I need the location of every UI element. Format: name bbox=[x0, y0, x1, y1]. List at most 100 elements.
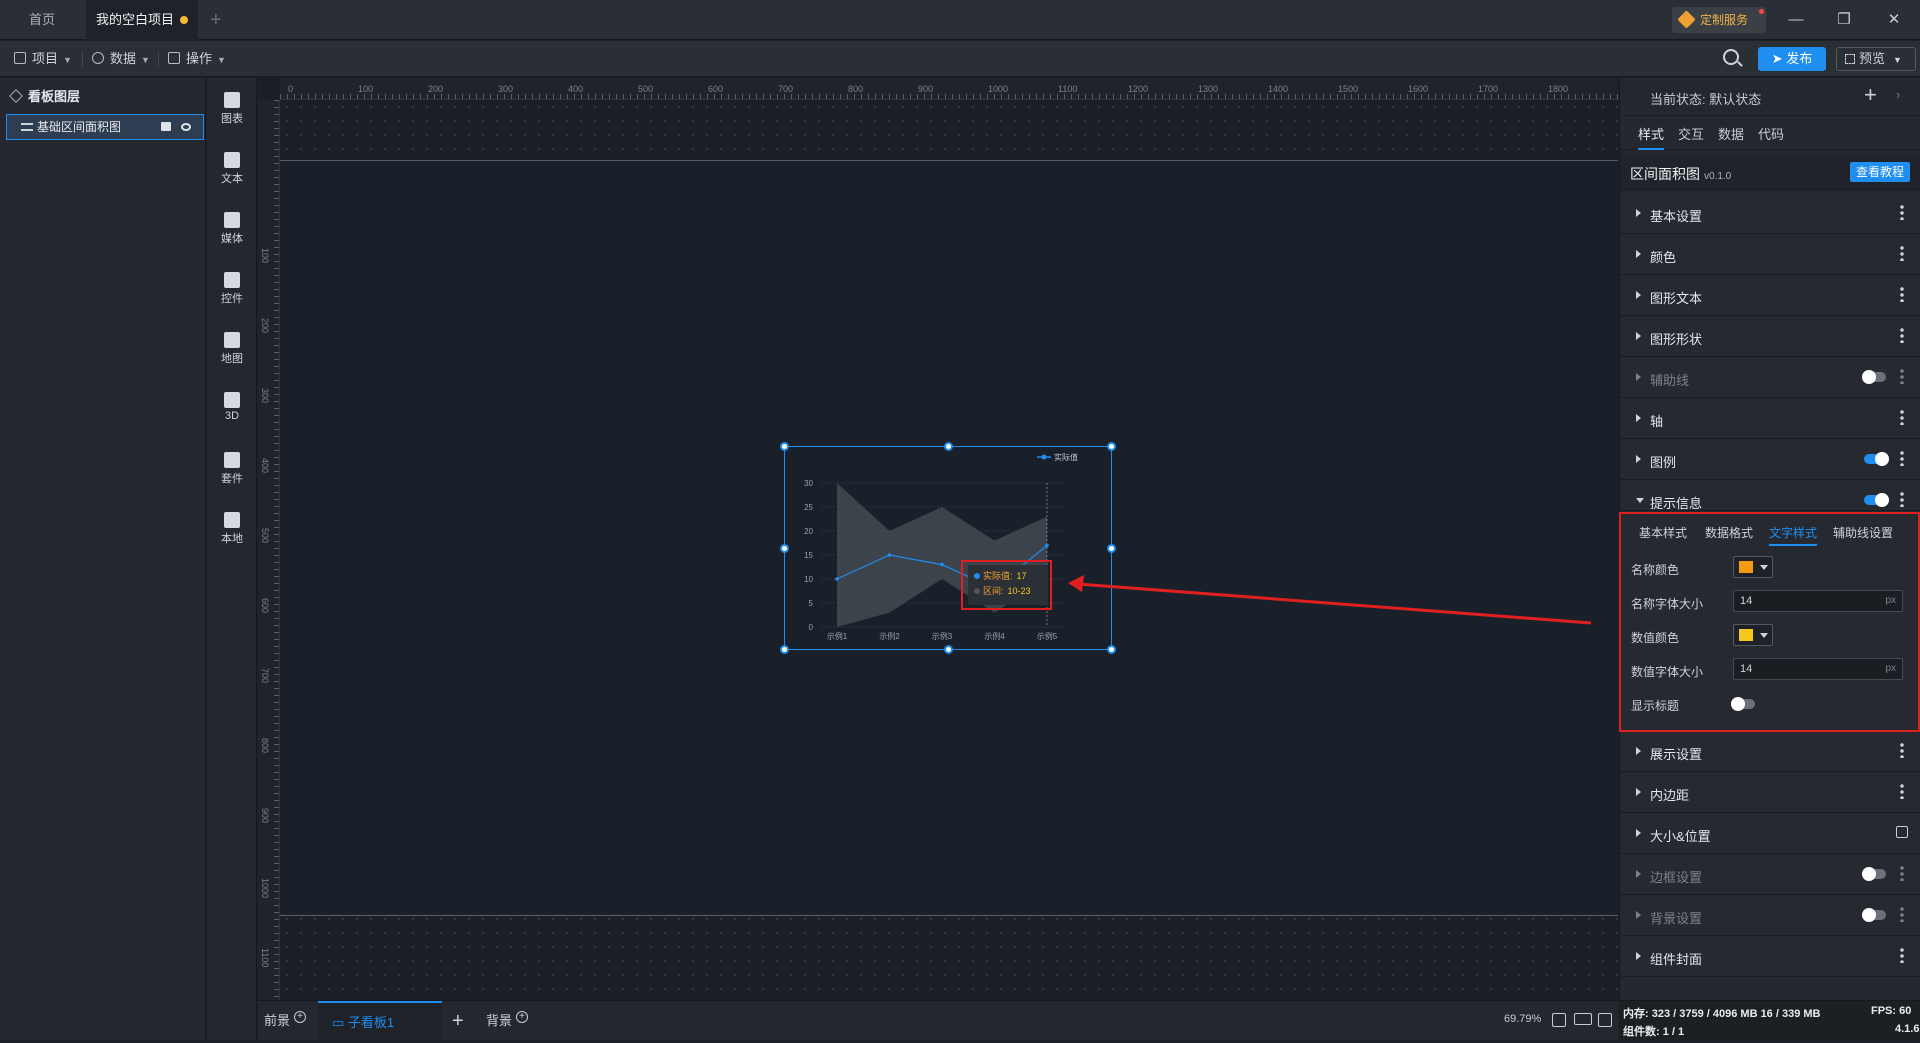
add-circle-icon[interactable]: + bbox=[516, 1011, 529, 1023]
more-icon[interactable] bbox=[1900, 286, 1904, 302]
tool-kit[interactable]: 套件 bbox=[207, 446, 257, 496]
add-tab-icon[interactable]: + bbox=[210, 9, 222, 32]
search-icon[interactable] bbox=[1723, 49, 1739, 65]
section-cover[interactable]: 组件封面 bbox=[1620, 937, 1920, 977]
current-state[interactable]: 当前状态: 默认状态 bbox=[1650, 89, 1761, 108]
tab-interaction[interactable]: 交互 bbox=[1678, 124, 1704, 150]
add-state-icon[interactable]: + bbox=[1864, 82, 1877, 108]
section-background[interactable]: 背景设置 bbox=[1620, 896, 1920, 936]
section-display[interactable]: 展示设置 bbox=[1620, 732, 1920, 772]
section-legend[interactable]: 图例 bbox=[1620, 440, 1920, 480]
resize-handle[interactable] bbox=[780, 544, 789, 553]
tab-foreground[interactable]: 前景 + bbox=[264, 1001, 307, 1041]
tab-background[interactable]: 背景 + bbox=[486, 1001, 529, 1041]
legend-toggle[interactable] bbox=[1864, 452, 1889, 466]
ruler-label: 600 bbox=[260, 598, 270, 614]
border-toggle[interactable] bbox=[1862, 867, 1886, 881]
subtab-guide-settings[interactable]: 辅助线设置 bbox=[1833, 522, 1893, 546]
section-guide-line[interactable]: 辅助线 bbox=[1620, 358, 1920, 398]
keyboard-icon[interactable] bbox=[1574, 1013, 1592, 1025]
tab-code[interactable]: 代码 bbox=[1758, 124, 1784, 150]
section-title: 图形形状 bbox=[1650, 332, 1703, 347]
more-icon[interactable] bbox=[1900, 409, 1904, 425]
tool-map[interactable]: 地图 bbox=[207, 326, 257, 376]
menu-data[interactable]: 数据 ▼ bbox=[92, 41, 150, 77]
subtab-data-format[interactable]: 数据格式 bbox=[1705, 522, 1753, 546]
expand-icon bbox=[1636, 788, 1641, 796]
terminal-icon[interactable] bbox=[1598, 1013, 1612, 1027]
tooltip-toggle[interactable] bbox=[1864, 493, 1889, 507]
value-size-input[interactable]: 14 px bbox=[1733, 658, 1903, 680]
resize-handle[interactable] bbox=[1107, 442, 1116, 451]
tutorial-button[interactable]: 查看教程 bbox=[1850, 162, 1910, 182]
restore-icon[interactable]: ❐ bbox=[1832, 8, 1856, 32]
more-icon[interactable] bbox=[1900, 742, 1904, 758]
lock-icon[interactable] bbox=[1896, 826, 1908, 838]
menu-project[interactable]: 项目 ▼ bbox=[14, 41, 72, 77]
more-icon[interactable] bbox=[1900, 783, 1904, 799]
add-board-icon[interactable]: + bbox=[452, 1001, 464, 1041]
tab-style[interactable]: 样式 bbox=[1638, 124, 1665, 150]
name-color-picker[interactable] bbox=[1733, 556, 1773, 578]
section-color[interactable]: 颜色 bbox=[1620, 235, 1920, 275]
resize-handle[interactable] bbox=[1107, 544, 1116, 553]
subtab-basic-style[interactable]: 基本样式 bbox=[1639, 522, 1687, 546]
section-graphic-shape[interactable]: 图形形状 bbox=[1620, 317, 1920, 357]
tool-text[interactable]: 文本 bbox=[207, 146, 257, 196]
more-icon[interactable] bbox=[1900, 450, 1904, 466]
more-icon[interactable] bbox=[1900, 491, 1904, 507]
section-border[interactable]: 边框设置 bbox=[1620, 855, 1920, 895]
publish-button[interactable]: ➤ 发布 bbox=[1758, 47, 1826, 71]
more-icon[interactable] bbox=[1900, 865, 1904, 881]
show-title-toggle[interactable] bbox=[1731, 697, 1755, 711]
more-icon[interactable] bbox=[1900, 947, 1904, 963]
close-icon[interactable]: ✕ bbox=[1882, 8, 1906, 32]
add-circle-icon[interactable]: + bbox=[294, 1011, 307, 1023]
more-icon[interactable] bbox=[1900, 906, 1904, 922]
tool-3d[interactable]: 3D bbox=[207, 386, 257, 436]
section-size-position[interactable]: 大小&位置 bbox=[1620, 814, 1920, 854]
resize-handle[interactable] bbox=[780, 442, 789, 451]
value-color-picker[interactable] bbox=[1733, 624, 1773, 646]
custom-service-button[interactable]: 定制服务 bbox=[1672, 7, 1766, 33]
chevron-right-icon[interactable]: › bbox=[1896, 87, 1900, 102]
ruler-label: 1800 bbox=[1548, 84, 1569, 94]
unlock-icon[interactable] bbox=[161, 122, 171, 131]
expand-icon bbox=[1636, 414, 1641, 422]
name-size-input[interactable]: 14 px bbox=[1733, 590, 1903, 612]
menu-operate[interactable]: 操作 ▼ bbox=[168, 41, 226, 77]
more-icon[interactable] bbox=[1900, 368, 1904, 384]
tab-sub-board[interactable]: ▭ 子看板1 bbox=[318, 1001, 442, 1041]
custom-service-label: 定制服务 bbox=[1700, 13, 1749, 27]
resize-handle[interactable] bbox=[944, 442, 953, 451]
tab-data[interactable]: 数据 bbox=[1718, 124, 1744, 150]
more-icon[interactable] bbox=[1900, 204, 1904, 220]
eye-icon[interactable] bbox=[181, 123, 191, 131]
section-graphic-text[interactable]: 图形文本 bbox=[1620, 276, 1920, 316]
tool-local[interactable]: 本地 bbox=[207, 506, 257, 556]
section-tooltip[interactable]: 提示信息 bbox=[1620, 481, 1920, 511]
tool-control[interactable]: 控件 bbox=[207, 266, 257, 316]
resize-handle[interactable] bbox=[944, 645, 953, 654]
resize-handle[interactable] bbox=[780, 645, 789, 654]
resize-handle[interactable] bbox=[1107, 645, 1116, 654]
tool-media[interactable]: 媒体 bbox=[207, 206, 257, 256]
tab-home[interactable]: 首页 bbox=[8, 0, 76, 40]
tab-project[interactable]: 我的空白项目 bbox=[86, 0, 198, 40]
fit-screen-icon[interactable] bbox=[1552, 1013, 1566, 1027]
subtab-text-style[interactable]: 文字样式 bbox=[1769, 522, 1818, 546]
section-axis[interactable]: 轴 bbox=[1620, 399, 1920, 439]
preview-button[interactable]: 预览 ▼ bbox=[1836, 47, 1916, 71]
ruler-label: 800 bbox=[848, 84, 864, 94]
background-toggle[interactable] bbox=[1862, 908, 1886, 922]
section-padding[interactable]: 内边距 bbox=[1620, 773, 1920, 813]
guide-line-toggle[interactable] bbox=[1862, 370, 1886, 384]
section-basic[interactable]: 基本设置 bbox=[1620, 194, 1920, 234]
minimize-icon[interactable]: — bbox=[1784, 8, 1808, 32]
more-icon[interactable] bbox=[1900, 327, 1904, 343]
zoom-level[interactable]: 69.79% bbox=[1504, 1013, 1541, 1025]
layer-item[interactable]: 基础区间面积图 bbox=[6, 114, 204, 140]
tool-chart[interactable]: 图表 bbox=[207, 86, 257, 136]
tab-foreground-label: 前景 bbox=[264, 1013, 291, 1028]
more-icon[interactable] bbox=[1900, 245, 1904, 261]
